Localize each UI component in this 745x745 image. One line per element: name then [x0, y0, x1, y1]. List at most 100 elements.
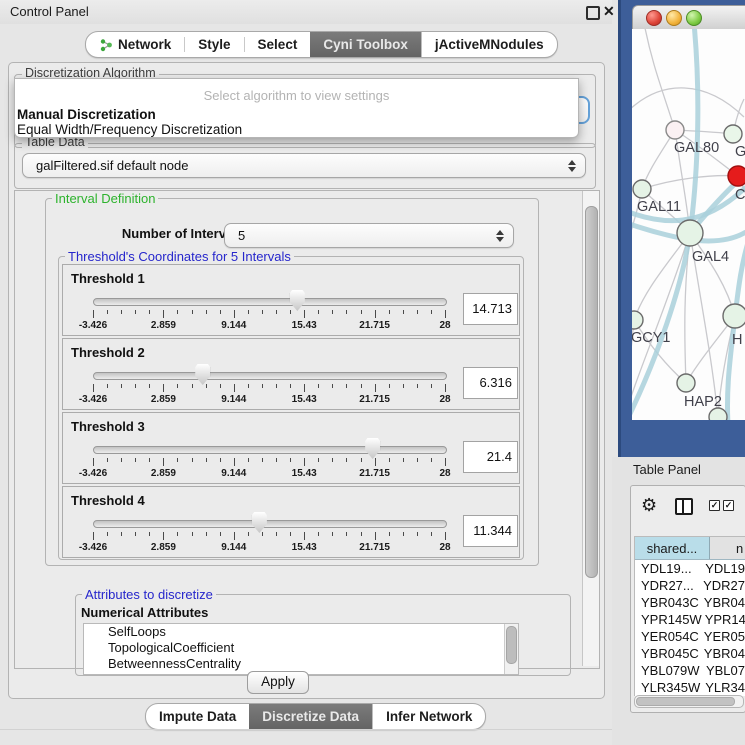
cell-shared-name[interactable]: YBR045C — [635, 645, 701, 662]
attribute-list-item[interactable]: SelfLoops — [84, 624, 518, 640]
cell-shared-name[interactable]: YBR043C — [635, 594, 701, 611]
attribute-list-item[interactable]: BetweennessCentrality — [84, 656, 518, 672]
interval-definition-group: Interval Definition Number of Intervals … — [45, 198, 539, 566]
apply-button[interactable]: Apply — [247, 671, 309, 694]
slider-handle[interactable] — [195, 364, 210, 385]
node-table[interactable]: shared... n YDL19...YDL19YDR27...YDR27YB… — [634, 536, 745, 696]
table-horizontal-scrollbar[interactable] — [634, 695, 744, 708]
network-node[interactable] — [724, 125, 742, 143]
close-icon[interactable]: ✕ — [603, 3, 615, 20]
tab-network[interactable]: Network — [86, 32, 184, 57]
network-node[interactable] — [677, 220, 703, 246]
attributes-list-scrollbar[interactable] — [504, 624, 518, 674]
cell-shared-name[interactable]: YER054C — [635, 628, 701, 645]
cell-name[interactable]: YBL07 — [703, 662, 745, 679]
threshold-slider[interactable]: -3.4262.8599.14415.4321.71528 — [93, 287, 447, 329]
slider-track[interactable] — [93, 520, 447, 528]
tab-discretize-data[interactable]: Discretize Data — [249, 704, 372, 729]
dropdown-option-equal-width-frequency[interactable]: Equal Width/Frequency Discretization — [17, 122, 573, 137]
cell-name[interactable]: YBR04 — [701, 594, 745, 611]
cell-name[interactable]: YPR14 — [702, 611, 745, 628]
tab-style[interactable]: Style — [185, 32, 243, 57]
network-node[interactable] — [666, 121, 684, 139]
network-edge[interactable] — [644, 29, 675, 130]
scrollbar-thumb[interactable] — [636, 697, 735, 706]
threshold-slider[interactable]: -3.4262.8599.14415.4321.71528 — [93, 435, 447, 477]
table-row[interactable]: YLR345WYLR34 — [635, 679, 745, 696]
tab-impute-data[interactable]: Impute Data — [146, 704, 249, 729]
slider-tick — [149, 310, 150, 314]
network-node[interactable] — [723, 304, 745, 328]
tab-cyni-toolbox[interactable]: Cyni Toolbox — [310, 32, 421, 57]
numerical-attributes-list[interactable]: SelfLoopsTopologicalCoefficientBetweenne… — [83, 623, 519, 675]
column-header-shared-name[interactable]: shared... — [635, 537, 710, 559]
slider-tick — [262, 384, 263, 388]
slider-tick — [149, 384, 150, 388]
threshold-slider[interactable]: -3.4262.8599.14415.4321.71528 — [93, 361, 447, 403]
slider-handle[interactable] — [365, 438, 380, 459]
slider-track[interactable] — [93, 298, 447, 306]
network-thick-edge[interactable] — [727, 239, 745, 420]
cell-name[interactable]: YDL19 — [702, 560, 745, 577]
cell-name[interactable]: YLR34 — [702, 679, 745, 696]
table-row[interactable]: YDR27...YDR27 — [635, 577, 745, 594]
threshold-slider[interactable]: -3.4262.8599.14415.4321.71528 — [93, 509, 447, 551]
network-edge[interactable] — [632, 88, 744, 117]
slider-tick — [177, 532, 178, 536]
threshold-value-field[interactable]: 14.713 — [463, 293, 518, 325]
cell-shared-name[interactable]: YDL19... — [635, 560, 702, 577]
table-row[interactable]: YBR045CYBR04 — [635, 645, 745, 662]
slider-track[interactable] — [93, 446, 447, 454]
table-row[interactable]: YPR145WYPR14 — [635, 611, 745, 628]
network-edge[interactable] — [642, 176, 738, 189]
scrollbar-thumb[interactable] — [506, 626, 517, 664]
network-node[interactable] — [633, 180, 651, 198]
checkbox-icon[interactable]: ✓ — [709, 500, 720, 511]
attribute-list-item[interactable]: TopologicalCoefficient — [84, 640, 518, 656]
thresholds-group-title: Threshold's Coordinates for 5 Intervals — [65, 250, 294, 263]
tab-jactivemnodules[interactable]: jActiveMNodules — [421, 32, 557, 57]
minimize-traffic-light[interactable] — [666, 10, 682, 26]
cell-name[interactable]: YER05 — [701, 628, 745, 645]
cell-name[interactable]: YBR04 — [701, 645, 745, 662]
close-traffic-light[interactable] — [646, 10, 662, 26]
tab-infer-network[interactable]: Infer Network — [372, 704, 485, 729]
dropdown-option-manual-discretization[interactable]: Manual Discretization — [17, 107, 573, 122]
vertical-scrollbar[interactable] — [582, 191, 599, 666]
number-of-intervals-combobox[interactable]: 5 — [224, 223, 514, 248]
node-label: GAL11 — [637, 199, 681, 215]
network-node[interactable] — [677, 374, 695, 392]
table-row[interactable]: YDL19...YDL19 — [635, 560, 745, 577]
network-canvas[interactable]: GAL80GACGAL11GAL4GCY1HHAP2 — [632, 29, 745, 420]
cell-shared-name[interactable]: YBL079W — [635, 662, 703, 679]
checkbox-icon[interactable]: ✓ — [723, 500, 734, 511]
split-columns-icon[interactable] — [675, 498, 693, 515]
network-node[interactable] — [632, 311, 643, 329]
table-row[interactable]: YER054CYER05 — [635, 628, 745, 645]
slider-track[interactable] — [93, 372, 447, 380]
table-data-combobox[interactable]: galFiltered.sif default node — [22, 153, 586, 178]
network-graph[interactable]: GAL80GACGAL11GAL4GCY1HHAP2 — [632, 29, 745, 420]
table-row[interactable]: YBL079WYBL07 — [635, 662, 745, 679]
slider-tick — [206, 458, 207, 462]
table-row[interactable]: YBR043CYBR04 — [635, 594, 745, 611]
network-node[interactable] — [728, 166, 745, 186]
cell-shared-name[interactable]: YLR345W — [635, 679, 702, 696]
slider-handle[interactable] — [290, 290, 305, 311]
cell-shared-name[interactable]: YPR145W — [635, 611, 702, 628]
slider-tick — [220, 310, 221, 314]
scrollbar-thumb[interactable] — [585, 206, 598, 578]
slider-handle[interactable] — [252, 512, 267, 533]
float-window-icon[interactable] — [586, 6, 600, 20]
column-header-name[interactable]: n — [710, 537, 745, 559]
network-edge[interactable] — [642, 130, 675, 189]
tab-select[interactable]: Select — [245, 32, 311, 57]
threshold-value-field[interactable]: 11.344 — [463, 515, 518, 547]
threshold-value-field[interactable]: 6.316 — [463, 367, 518, 399]
cell-name[interactable]: YDR27 — [700, 577, 745, 594]
gear-icon[interactable]: ⚙ — [641, 496, 657, 514]
cell-shared-name[interactable]: YDR27... — [635, 577, 700, 594]
zoom-traffic-light[interactable] — [686, 10, 702, 26]
network-window-titlebar[interactable] — [632, 5, 745, 31]
threshold-value-field[interactable]: 21.4 — [463, 441, 518, 473]
